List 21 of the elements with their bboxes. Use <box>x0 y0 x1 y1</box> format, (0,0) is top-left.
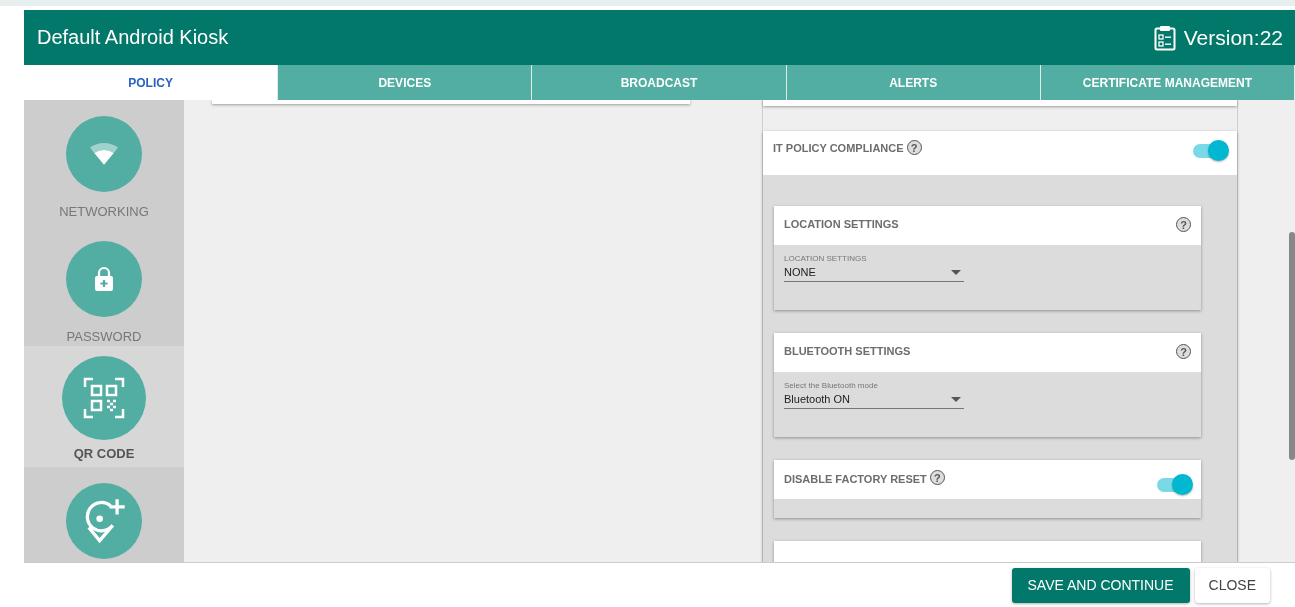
help-icon[interactable]: ? <box>1176 344 1191 359</box>
scrollbar-thumb[interactable] <box>1289 232 1295 460</box>
section-title: BLUETOOTH SETTINGS <box>784 345 911 357</box>
help-icon[interactable]: ? <box>929 470 945 485</box>
sidebar-item[interactable]: QR CODE <box>24 346 184 467</box>
sidebar-item[interactable]: PASSWORD <box>24 225 184 346</box>
section-title: LOCATION SETTINGS <box>784 218 899 230</box>
section-title: IT POLICY COMPLIANCE <box>773 141 904 154</box>
dropdown-field[interactable]: NONE <box>784 263 964 282</box>
help-icon[interactable]: ? <box>1176 217 1191 232</box>
help-icon[interactable]: ? <box>906 140 922 155</box>
version-label: Version:22 <box>1183 25 1283 50</box>
close-button[interactable]: CLOSE <box>1194 567 1270 603</box>
section-title: DISABLE FACTORY RESET <box>784 472 927 485</box>
dialog-title: Default Android Kiosk <box>37 26 229 49</box>
dropdown-field[interactable]: Bluetooth ON <box>784 390 964 409</box>
sidebar-item[interactable]: NETWORKING <box>24 100 184 225</box>
field-label: LOCATION SETTINGS <box>784 254 868 263</box>
clipboard-icon <box>1153 24 1176 51</box>
field-label: Select the Bluetooth mode <box>784 381 879 390</box>
save-and-continue-button[interactable]: SAVE AND CONTINUE <box>1011 567 1190 603</box>
